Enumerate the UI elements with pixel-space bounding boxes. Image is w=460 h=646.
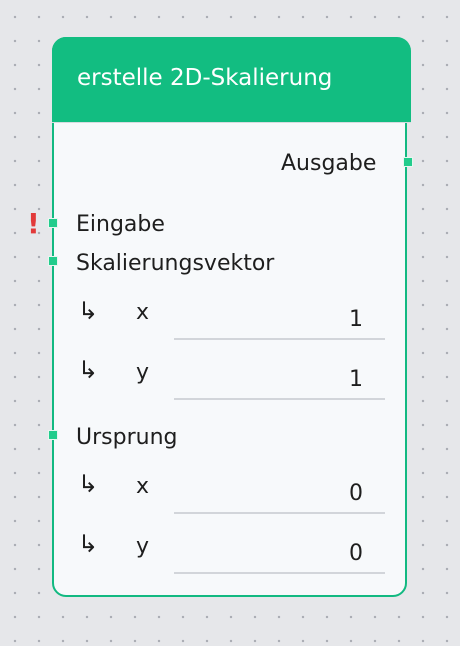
error-icon: ! [27, 207, 40, 240]
scale-y-value: 1 [349, 367, 363, 392]
node-header[interactable]: erstelle 2D-Skalierung [52, 37, 411, 123]
origin-x-value: 0 [349, 481, 363, 506]
scale-x-value: 1 [349, 307, 363, 332]
output-port[interactable] [403, 157, 413, 167]
origin-x-label: x [136, 474, 150, 499]
origin-port[interactable] [48, 430, 58, 440]
origin-label: Ursprung [76, 425, 178, 450]
input-label: Eingabe [76, 212, 165, 237]
scale-vector-label: Skalierungsvektor [76, 251, 275, 276]
origin-y-value: 0 [349, 541, 363, 566]
origin-y-label: y [136, 534, 150, 559]
sub-arrow-icon: ↳ [78, 530, 99, 558]
sub-arrow-icon: ↳ [78, 297, 99, 325]
scale-y-label: y [136, 360, 150, 385]
origin-x-field[interactable]: 0 [174, 476, 385, 514]
sub-arrow-icon: ↳ [78, 470, 99, 498]
scale-vector-port[interactable] [48, 256, 58, 266]
scale-y-field[interactable]: 1 [174, 362, 385, 400]
scale-x-field[interactable]: 1 [174, 302, 385, 340]
scale-x-label: x [136, 300, 150, 325]
output-label: Ausgabe [281, 151, 377, 176]
node-title: erstelle 2D-Skalierung [77, 65, 333, 91]
sub-arrow-icon: ↳ [78, 356, 99, 384]
origin-y-field[interactable]: 0 [174, 536, 385, 574]
input-port[interactable] [48, 218, 58, 228]
